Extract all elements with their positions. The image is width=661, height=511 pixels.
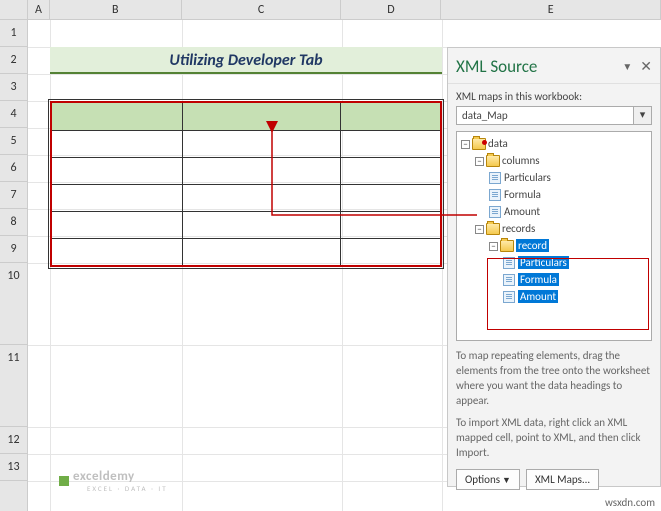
tree-leaf-selected[interactable]: Formula [518,273,559,286]
element-icon [503,257,515,269]
pane-menu-icon[interactable]: ▼ [622,60,632,73]
element-icon [503,291,515,303]
col-header-C[interactable]: C [182,0,342,19]
table-header-cell[interactable] [341,103,440,130]
worksheet-grid[interactable]: Utilizing Developer Tab XML Source ▼ ✕ X… [28,20,661,511]
caret-down-icon: ▼ [502,475,511,486]
close-icon[interactable]: ✕ [640,58,652,75]
page-title: Utilizing Developer Tab [50,47,442,74]
table-header-cell[interactable] [52,103,183,130]
table-header-row[interactable] [52,103,440,130]
tree-node-records[interactable]: records [502,222,535,235]
help-text: To map repeating elements, drag the elem… [456,349,652,461]
table-row[interactable] [52,238,440,265]
column-headers: A B C D E [0,0,661,20]
table-row[interactable] [52,184,440,211]
row-header-8[interactable]: 8 [0,209,27,236]
collapse-icon[interactable]: − [475,225,484,234]
watermark-logo: exceldemy EXCEL · DATA · IT [59,469,168,493]
col-header-A[interactable]: A [28,0,50,19]
row-header-11[interactable]: 11 [0,345,27,427]
collapse-icon[interactable]: − [489,242,498,251]
options-button[interactable]: Options▼ [456,469,520,490]
data-table[interactable] [50,101,442,267]
row-header-7[interactable]: 7 [0,182,27,209]
select-all-corner[interactable] [0,0,28,19]
collapse-icon[interactable]: − [475,157,484,166]
xml-map-value: data_Map [457,107,633,124]
row-header-1[interactable]: 1 [0,20,27,47]
folder-icon [486,155,500,167]
col-header-E[interactable]: E [441,0,661,19]
row-header-9[interactable]: 9 [0,236,27,263]
xml-source-pane: XML Source ▼ ✕ XML maps in this workbook… [447,47,661,487]
row-header-5[interactable]: 5 [0,128,27,155]
tree-node-record[interactable]: record [516,239,549,252]
chevron-down-icon[interactable]: ▾ [633,107,651,124]
col-header-B[interactable]: B [50,0,182,19]
tree-leaf-selected[interactable]: Particulars [518,256,569,269]
row-header-10[interactable]: 10 [0,263,27,345]
folder-icon [486,223,500,235]
collapse-icon[interactable]: − [461,140,470,149]
row-header-6[interactable]: 6 [0,155,27,182]
table-row[interactable] [52,130,440,157]
tree-leaf[interactable]: Particulars [504,171,551,184]
xml-map-select[interactable]: data_Map ▾ [456,106,652,125]
row-header-13[interactable]: 13 [0,454,27,481]
tree-leaf[interactable]: Amount [504,205,540,218]
tree-node-data[interactable]: data [488,137,508,150]
row-header-12[interactable]: 12 [0,427,27,454]
tree-leaf-selected[interactable]: Amount [518,290,558,303]
row-header-4[interactable]: 4 [0,101,27,128]
element-icon [503,274,515,286]
logo-icon [59,476,69,486]
element-icon [489,189,501,201]
tree-leaf[interactable]: Formula [504,188,541,201]
xml-tree[interactable]: −data −columns Particulars Formula Amoun… [456,131,652,341]
xml-maps-button[interactable]: XML Maps... [526,469,599,490]
element-icon [489,172,501,184]
xml-pane-title: XML Source [456,56,622,77]
table-header-cell[interactable] [183,103,341,130]
element-icon [489,206,501,218]
maps-label: XML maps in this workbook: [456,90,652,103]
col-header-D[interactable]: D [341,0,441,19]
table-row[interactable] [52,157,440,184]
row-header-2[interactable]: 2 [0,47,27,74]
footer-url: wsxdn.com [605,496,655,509]
folder-icon [500,240,514,252]
tree-node-columns[interactable]: columns [502,154,540,167]
row-headers: 1 2 3 4 5 6 7 8 9 10 11 12 13 [0,20,28,511]
table-row[interactable] [52,211,440,238]
row-header-3[interactable]: 3 [0,74,27,101]
folder-icon [472,138,486,150]
